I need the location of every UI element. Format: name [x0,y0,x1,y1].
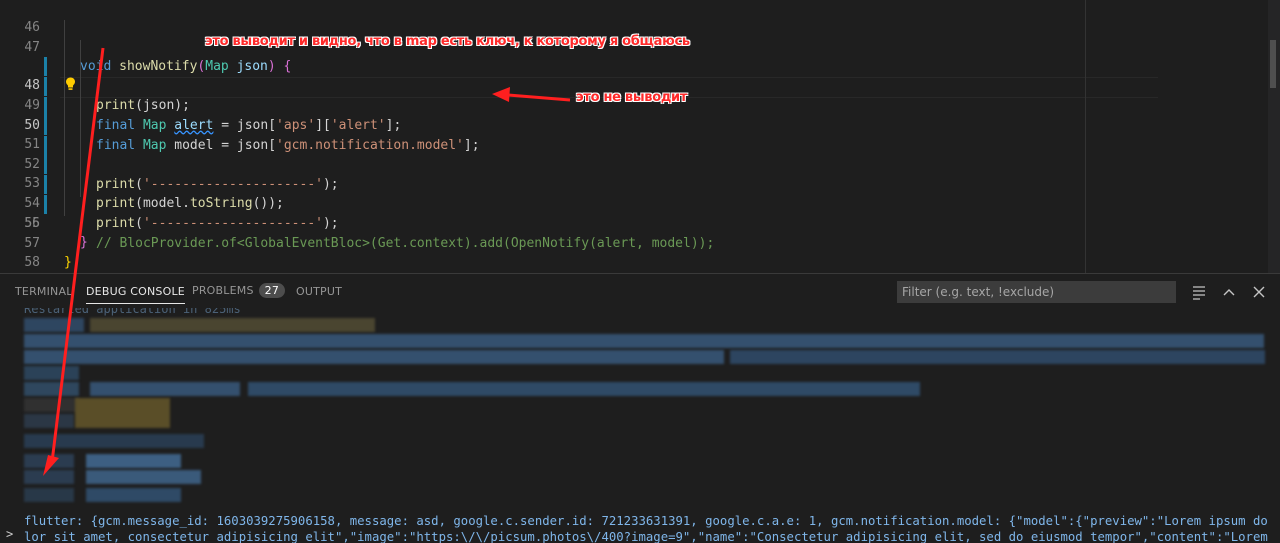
problems-count-badge: 27 [258,283,286,298]
scrollbar-thumb[interactable] [1270,40,1276,88]
code-line[interactable]: 57 } [0,214,1160,271]
word-wrap-icon[interactable] [1189,282,1209,302]
code-line[interactable]: 46 [0,0,1160,35]
tab-debug-console[interactable]: DEBUG CONSOLE [86,285,185,304]
code-line[interactable]: 54 print('---------------------'); [0,155,1160,231]
tab-output[interactable]: OUTPUT [296,285,342,298]
code-line[interactable]: 53 print(model.toString()); [0,135,1160,211]
annotation-top: это выводит и видно, что в map есть ключ… [205,34,690,49]
annotation-right: это не выводит [576,90,688,105]
tab-terminal[interactable]: TERMINAL [15,285,73,298]
console-line: Restarted application in 825ms [24,308,241,316]
code-line[interactable]: 55 // BlocProvider.of<GlobalEventBloc>(G… [0,175,1160,251]
console-output-line: flutter: {gcm.message_id: 16030392759061… [24,514,1268,543]
tab-problems[interactable]: PROBLEMS 27 [192,283,286,298]
minimap-divider [1085,0,1086,273]
console-prompt-icon[interactable]: > [6,527,13,541]
console-filter-input[interactable] [897,281,1176,303]
code-line[interactable]: 56 } [0,194,1160,251]
code-line[interactable]: 49 final Map alert = json['aps']['alert'… [0,57,1160,133]
code-line[interactable]: 52 print('---------------------'); [0,116,1160,192]
lightbulb-icon[interactable] [65,77,76,91]
line-number: 58 [24,254,40,270]
code-line[interactable]: 58 [0,233,1160,270]
close-icon[interactable] [1249,282,1269,302]
chevron-up-icon[interactable] [1219,282,1239,302]
debug-console-output[interactable]: Restarted application in 825ms flutter: … [0,308,1280,543]
code-text: } [64,255,72,271]
bottom-panel: TERMINAL DEBUG CONSOLE PROBLEMS 27 OUTPUT… [0,273,1280,543]
panel-tabs: TERMINAL DEBUG CONSOLE PROBLEMS 27 OUTPUT [0,274,1280,308]
tab-problems-label: PROBLEMS [192,284,254,297]
